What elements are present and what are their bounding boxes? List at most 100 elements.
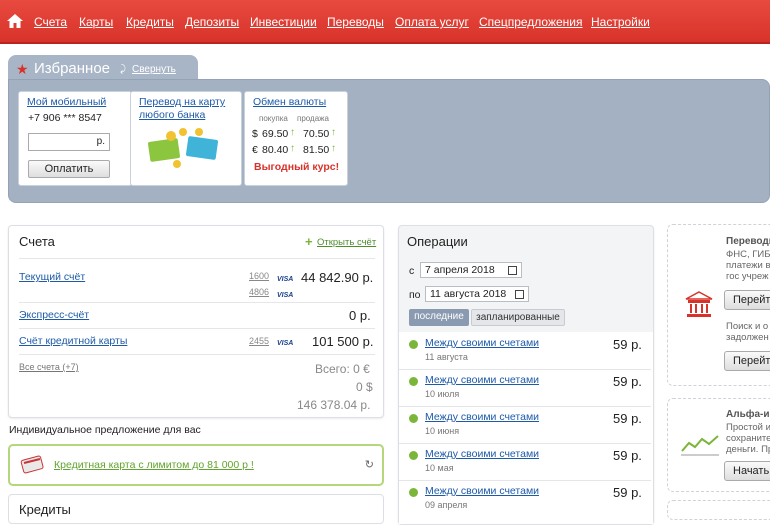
- total-rub: 146 378.04 р.: [297, 398, 371, 412]
- exchange-title[interactable]: Обмен валюты: [253, 96, 326, 108]
- list-item[interactable]: Между своими счетами 11 августа 59 р.: [399, 332, 653, 369]
- refresh-icon[interactable]: ↻: [365, 458, 374, 471]
- express-account-link[interactable]: Экспресс-счёт: [19, 309, 89, 321]
- eur-sell: 81.50: [303, 144, 330, 156]
- calendar-icon[interactable]: [508, 266, 517, 275]
- panel-text: платежи в: [726, 260, 770, 271]
- arrow-up-icon: ↑: [331, 127, 336, 138]
- plus-icon[interactable]: +: [305, 234, 313, 249]
- collapse-icon[interactable]: ⤸: [120, 64, 126, 75]
- operation-amount: 59 р.: [613, 337, 642, 352]
- promo-text: Выгодный курс!: [254, 161, 340, 173]
- credit-card-account-link[interactable]: Счёт кредитной карты: [19, 335, 127, 347]
- visa-icon: VISA: [277, 276, 294, 283]
- card-mobile[interactable]: Мой мобильный +7 906 *** 8547 р. Оплатит…: [18, 91, 132, 186]
- collapse-link[interactable]: Свернуть: [132, 64, 176, 75]
- card-exchange[interactable]: Обмен валюты покупка продажа $ 69.50 ↑ 7…: [244, 91, 348, 186]
- nav-settings[interactable]: Настройки: [591, 15, 650, 29]
- nav-credits[interactable]: Кредиты: [126, 15, 174, 29]
- calendar-icon[interactable]: [515, 290, 524, 299]
- operation-link[interactable]: Между своими счетами: [425, 485, 539, 497]
- check-icon: [409, 377, 418, 386]
- card-number[interactable]: 1600: [249, 271, 269, 281]
- date-from-input[interactable]: 7 апреля 2018: [420, 262, 522, 278]
- total-label: Всего: 0 €: [315, 362, 370, 376]
- go-button[interactable]: Перейти: [724, 351, 770, 371]
- panel-text: гос учреж: [726, 271, 769, 282]
- list-item[interactable]: Между своими счетами 09 апреля 59 р.: [399, 480, 653, 517]
- nav-accounts[interactable]: Счета: [34, 15, 67, 29]
- offer-heading: Индивидуальное предложение для вас: [9, 424, 201, 436]
- date-to-input[interactable]: 11 августа 2018: [425, 286, 529, 302]
- list-item[interactable]: Между своими счетами 10 июня 59 р.: [399, 406, 653, 443]
- check-icon: [409, 340, 418, 349]
- operation-link[interactable]: Между своими счетами: [425, 448, 539, 460]
- list-item[interactable]: Между своими счетами 10 мая 59 р.: [399, 443, 653, 480]
- divider: [19, 328, 375, 329]
- card-number[interactable]: 2455: [249, 336, 269, 346]
- date-from-value: 7 апреля 2018: [425, 264, 495, 276]
- nav-investments[interactable]: Инвестиции: [250, 15, 317, 29]
- eur-buy: 80.40: [262, 144, 289, 156]
- usd-sell: 70.50: [303, 128, 330, 140]
- operation-date: 11 августа: [425, 352, 468, 362]
- tab-recent[interactable]: последние: [409, 309, 469, 326]
- panel-title: Переводы: [726, 236, 770, 247]
- arrow-up-icon: ↑: [331, 143, 336, 154]
- check-icon: [409, 414, 418, 423]
- check-icon: [409, 488, 418, 497]
- buy-label: покупка: [259, 114, 288, 123]
- pay-button[interactable]: Оплатить: [28, 160, 110, 178]
- visa-icon: VISA: [277, 292, 294, 299]
- credit-card-icon: [20, 455, 44, 474]
- tab-planned[interactable]: запланированные: [471, 309, 565, 326]
- transfer-title[interactable]: Перевод на карту любого банка: [139, 96, 233, 122]
- operation-link[interactable]: Между своими счетами: [425, 411, 539, 423]
- list-item[interactable]: Между своими счетами 10 июля 59 р.: [399, 369, 653, 406]
- card-number[interactable]: 4806: [249, 287, 269, 297]
- operation-link[interactable]: Между своими счетами: [425, 337, 539, 349]
- card-transfer[interactable]: Перевод на карту любого банка: [130, 91, 242, 186]
- divider: [19, 354, 375, 355]
- account-balance: 0 р.: [349, 308, 371, 323]
- panel-text: Простой и: [726, 422, 770, 433]
- accounts-panel: Счета + Открыть счёт Текущий счёт 1600 V…: [8, 225, 384, 418]
- usd-buy: 69.50: [262, 128, 289, 140]
- operation-link[interactable]: Между своими счетами: [425, 374, 539, 386]
- nav-transfers[interactable]: Переводы: [327, 15, 384, 29]
- offer-banner[interactable]: Кредитная карта с лимитом до 81 000 р ! …: [8, 444, 384, 486]
- nav-special-offers[interactable]: Спецпредложения: [479, 15, 583, 29]
- account-balance: 44 842.90 р.: [301, 270, 374, 285]
- offer-link[interactable]: Кредитная карта с лимитом до 81 000 р !: [54, 459, 254, 471]
- panel-title: Альфа-и: [726, 409, 770, 420]
- start-button[interactable]: Начать: [724, 461, 770, 481]
- alfa-invest-panel: Альфа-и Простой и сохраните деньги. Пр Н…: [667, 398, 770, 492]
- operation-date: 10 июня: [425, 426, 460, 436]
- panel-text: деньги. Пр: [726, 444, 770, 455]
- current-account-link[interactable]: Текущий счёт: [19, 271, 85, 283]
- transfers-panel: Переводы ФНС, ГИБ платежи в гос учреж Пе…: [667, 224, 770, 386]
- all-accounts-link[interactable]: Все счета (+7): [19, 362, 79, 372]
- favorites-panel: ★ Избранное ⤸ Свернуть Мой мобильный +7 …: [8, 55, 770, 203]
- government-building-icon: [685, 291, 713, 317]
- panel-text: Поиск и о: [726, 321, 769, 332]
- operation-date: 10 мая: [425, 463, 454, 473]
- nav-deposits[interactable]: Депозиты: [185, 15, 239, 29]
- mobile-title[interactable]: Мой мобильный: [27, 96, 106, 108]
- nav-payments[interactable]: Оплата услуг: [395, 15, 469, 29]
- accounts-title: Счета: [19, 234, 55, 249]
- panel-text: ФНС, ГИБ: [726, 249, 770, 260]
- eur-sign: €: [252, 144, 258, 156]
- favorites-title: Избранное: [34, 60, 111, 77]
- amount-input[interactable]: р.: [28, 133, 110, 151]
- total-usd: 0 $: [356, 380, 373, 394]
- operation-amount: 59 р.: [613, 411, 642, 426]
- panel-text: сохраните: [726, 433, 770, 444]
- open-account-link[interactable]: Открыть счёт: [317, 237, 376, 248]
- home-icon[interactable]: [6, 12, 24, 30]
- credits-title: Кредиты: [19, 502, 71, 517]
- cards-coins-icon: [148, 128, 218, 168]
- go-button[interactable]: Перейти: [724, 290, 770, 310]
- divider: [19, 302, 375, 303]
- nav-cards[interactable]: Карты: [79, 15, 113, 29]
